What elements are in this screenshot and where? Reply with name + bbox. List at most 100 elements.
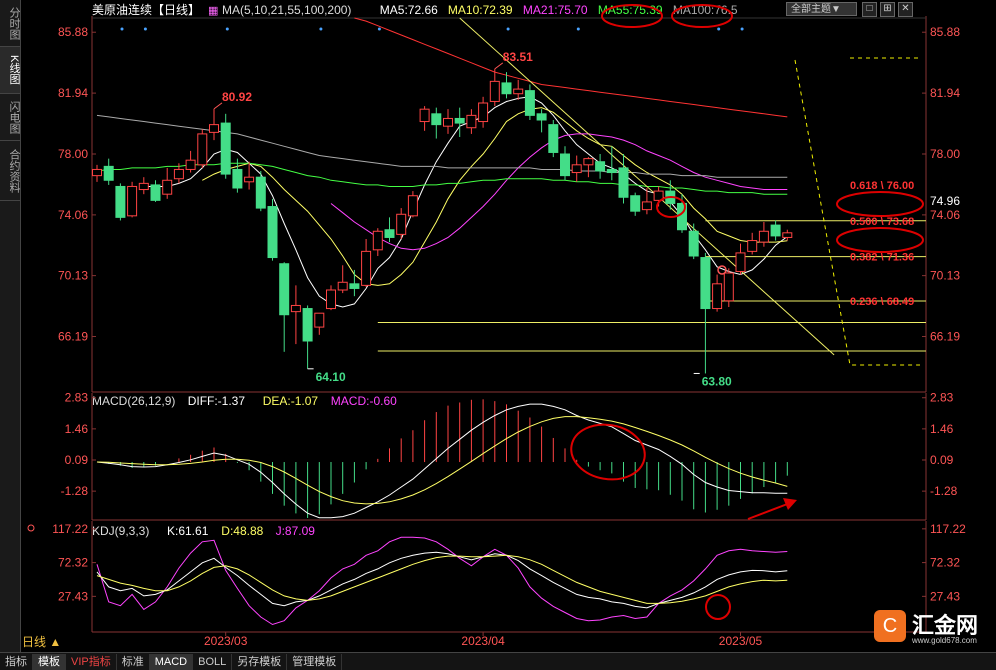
- grid-layout-icon[interactable]: ⊞: [880, 2, 895, 17]
- event-marker-dot: [740, 27, 744, 31]
- window-restore-icon[interactable]: □: [862, 2, 877, 17]
- legend-item-1: DIFF:-1.37: [188, 394, 246, 408]
- annotation-ellipse: [570, 423, 646, 481]
- candle-up: [478, 102, 489, 123]
- price-label: 83.51: [503, 50, 533, 64]
- y-tick-label-left: 0.09: [65, 453, 89, 467]
- candle-up: [641, 201, 652, 211]
- y-tick-label-left: 70.13: [58, 269, 88, 283]
- candle-up: [173, 168, 184, 180]
- bottom-tab-6[interactable]: 另存模板: [232, 653, 288, 670]
- y-tick-label-left: -1.28: [61, 484, 89, 498]
- candle-up: [244, 176, 255, 183]
- bottom-tab-2[interactable]: VIP指标: [66, 653, 117, 670]
- candle-down: [232, 168, 243, 189]
- y-tick-label-left: 66.19: [58, 330, 88, 344]
- y-tick-label-right: 85.88: [930, 25, 960, 39]
- left-tab-1[interactable]: K线图: [0, 47, 20, 94]
- bottom-tab-5[interactable]: BOLL: [193, 653, 233, 670]
- legend-item-1: K:61.61: [167, 524, 209, 538]
- candle-up: [138, 182, 149, 191]
- main-price-panel[interactable]: 美原油连续【日线】 ▦ MA(5,10,21,55,100,200) MA5:72.6…: [58, 2, 960, 393]
- ma-line-ma5: [143, 96, 788, 308]
- bottom-tab-3[interactable]: 标准: [117, 653, 150, 670]
- candle-up: [127, 185, 138, 217]
- bottom-tab-4[interactable]: MACD: [149, 653, 194, 670]
- candle-down: [454, 117, 465, 124]
- left-tab-3[interactable]: 合约资料: [0, 141, 20, 201]
- candle-up: [489, 80, 500, 102]
- y-tick-label-right: 78.00: [930, 147, 960, 161]
- candle-down: [501, 82, 512, 95]
- event-marker-dot: [717, 27, 721, 31]
- kdj-k-line: [96, 551, 788, 609]
- price-label: 64.10: [316, 370, 346, 384]
- bottom-tab-0[interactable]: 指标: [0, 653, 33, 670]
- event-marker-dot: [143, 27, 147, 31]
- fib-label: 0.618 \ 76.00: [850, 180, 914, 192]
- candle-down: [630, 195, 641, 212]
- candle-up: [747, 240, 758, 252]
- candle-up: [185, 159, 196, 170]
- left-tab-0[interactable]: 分时图: [0, 0, 20, 47]
- candle-down: [267, 206, 278, 259]
- y-tick-label-right: 0.09: [930, 453, 954, 467]
- y-tick-label-left: 117.22: [52, 522, 88, 536]
- bottom-toolbar: 指标 模板 VIP指标 标准 MACD BOLL 另存模板 管理模板: [0, 652, 996, 670]
- fib-label: 0.500 \ 73.68: [850, 216, 914, 228]
- legend-item-3: J:87.09: [276, 524, 316, 538]
- ma-flag-icon: ▦: [208, 5, 218, 17]
- candle-down: [524, 90, 535, 116]
- candle-up: [361, 250, 372, 286]
- candle-up: [443, 117, 453, 127]
- candle-down: [220, 122, 231, 175]
- candle-up: [513, 88, 524, 95]
- annotation-arrow-shaft: [747, 502, 791, 520]
- candle-down: [255, 176, 266, 209]
- projection-dashed-line: [794, 59, 920, 366]
- legend-item-0: MA(5,10,21,55,100,200): [222, 3, 351, 17]
- candle-up: [723, 272, 734, 302]
- close-icon[interactable]: ✕: [898, 2, 913, 17]
- event-marker-dot: [225, 27, 229, 31]
- candle-down: [560, 153, 570, 177]
- chart-canvas: 美原油连续【日线】 ▦ MA(5,10,21,55,100,200) MA5:72.6…: [27, 2, 966, 648]
- legend-item-3: MACD:-0.60: [331, 394, 397, 408]
- candle-down: [770, 224, 781, 237]
- macd-dea-line: [96, 416, 788, 505]
- kdj-panel[interactable]: KDJ(9,3,3) K:61.61 D:48.88 J:87.09 117.22 117…: [27, 521, 966, 648]
- y-tick-label-right: 81.94: [930, 86, 960, 100]
- candle-up: [712, 283, 723, 310]
- y-tick-label-left: 74.06: [58, 208, 88, 222]
- event-marker-dot: [319, 27, 323, 31]
- macd-panel[interactable]: MACD(26,12,9) DIFF:-1.37 DEA:-1.07 MACD:-0.…: [61, 391, 958, 521]
- y-tick-label-right: 72.32: [930, 556, 960, 570]
- annotation-ellipse: [836, 191, 924, 217]
- candle-up: [419, 108, 430, 123]
- ma-line-ma200: [354, 17, 788, 118]
- price-label-leader: [213, 102, 223, 110]
- bottom-tab-1[interactable]: 模板: [33, 653, 66, 670]
- logo-url: www.gold678.com: [912, 636, 977, 645]
- candle-down: [103, 165, 114, 181]
- y-tick-label-right: 27.43: [930, 589, 960, 603]
- candle-up: [326, 289, 336, 310]
- event-marker-dot: [377, 27, 381, 31]
- candle-up: [337, 281, 348, 291]
- candle-up: [466, 114, 477, 129]
- candle-up: [396, 213, 407, 235]
- theme-dropdown[interactable]: 全部主题▼: [786, 2, 857, 16]
- bottom-tab-7[interactable]: 管理模板: [287, 653, 343, 670]
- period-label[interactable]: 日线 ▲: [22, 633, 61, 650]
- left-tab-2[interactable]: 闪电图: [0, 94, 20, 141]
- candle-down: [384, 229, 395, 238]
- candle-down: [700, 257, 711, 310]
- y-tick-label-left: 81.94: [58, 86, 88, 100]
- candle-down: [618, 167, 629, 198]
- y-tick-label-left: 1.46: [65, 422, 89, 436]
- y-tick-label-left: 78.00: [58, 147, 88, 161]
- x-tick-label: 2023/04: [461, 634, 505, 648]
- legend-item-1: MA5:72.66: [380, 3, 438, 17]
- candle-up: [162, 179, 173, 195]
- macd-diff-line: [96, 403, 788, 519]
